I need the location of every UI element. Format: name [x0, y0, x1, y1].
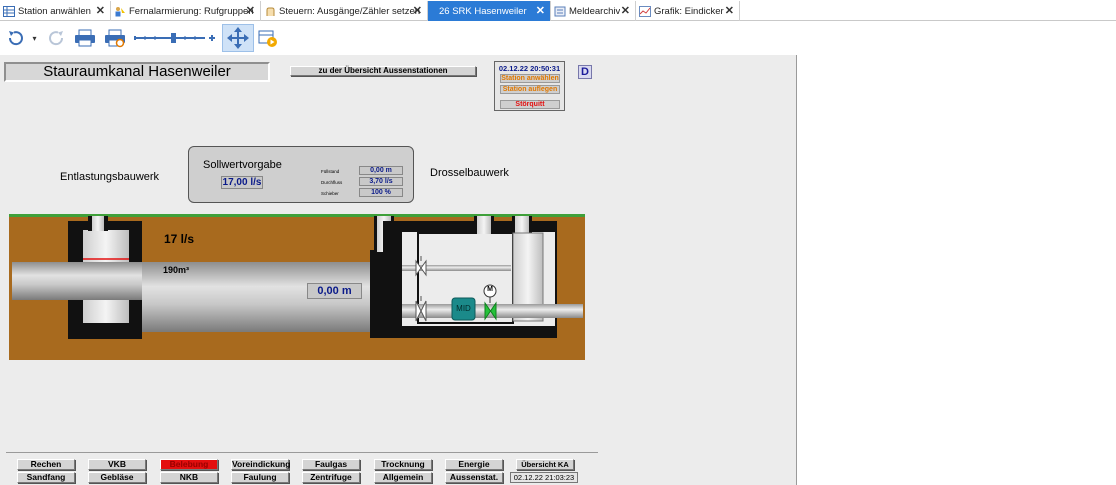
level-display: 0,00 m: [307, 283, 362, 299]
tab-label: Meldearchiv: [569, 5, 621, 17]
tab-label: Steuern: Ausgänge/Zähler setzen: [279, 5, 421, 17]
undo-icon: [8, 31, 23, 46]
print-preview-icon: [105, 29, 125, 48]
toolbar: ▾: [0, 21, 1116, 55]
chart-icon: [639, 5, 651, 17]
motor-label: M: [487, 286, 493, 293]
tab-26-srk-hasenweiler[interactable]: 26 SRK Hasenweiler ✕: [428, 1, 551, 21]
close-icon[interactable]: ✕: [536, 4, 545, 17]
nav-nkb[interactable]: NKB: [160, 472, 218, 483]
nav-faulung[interactable]: Faulung: [231, 472, 289, 483]
nav-zentrifuge[interactable]: Zentrifuge: [302, 472, 360, 483]
nav-energie[interactable]: Energie: [445, 459, 503, 470]
play-icon: [258, 30, 277, 47]
move-button[interactable]: [222, 24, 254, 52]
tab-label: Station anwählen: [18, 5, 91, 17]
close-icon[interactable]: ✕: [96, 4, 105, 17]
tab-station-anwaehlen[interactable]: Station anwählen ✕: [0, 1, 111, 21]
nav-geblaese[interactable]: Gebläse: [88, 472, 146, 483]
process-panel: Stauraumkanal Hasenweiler zu der Übersic…: [0, 55, 797, 485]
print-preview-button[interactable]: [101, 24, 129, 52]
nav-trocknung[interactable]: Trocknung: [374, 459, 432, 470]
flow-label-large: 17 l/s: [164, 232, 195, 246]
people-icon: [115, 6, 125, 16]
close-icon[interactable]: ✕: [725, 4, 734, 17]
nav-belebung[interactable]: Belebung: [160, 459, 218, 470]
print-icon: [75, 29, 95, 47]
nav-rechen[interactable]: Rechen: [17, 459, 75, 470]
archive-icon: [554, 6, 566, 16]
undo-button[interactable]: [2, 24, 30, 52]
nav-uebersicht-ka[interactable]: Übersicht KA: [516, 459, 574, 470]
process-diagram: [9, 214, 585, 360]
undo-dropdown[interactable]: ▾: [30, 24, 39, 52]
nav-voreindickung[interactable]: Voreindickung: [231, 459, 290, 470]
close-icon[interactable]: ✕: [621, 4, 630, 17]
move-icon: [227, 27, 249, 49]
tab-fernalarmierung[interactable]: Fernalarmierung: Rufgruppen ✕: [111, 1, 261, 21]
tab-label: Grafik: Eindicker: [654, 5, 724, 17]
nav-vkb[interactable]: VKB: [88, 459, 146, 470]
zoom-handle[interactable]: [171, 33, 176, 43]
play-button[interactable]: [256, 24, 280, 52]
tab-grafik-eindicker[interactable]: Grafik: Eindicker ✕: [636, 1, 740, 21]
system-datetime: 02.12.22 21:03:23: [510, 472, 578, 483]
table-icon: [3, 5, 15, 17]
print-button[interactable]: [71, 24, 99, 52]
screen: { "tabs": [ {"label": "Station anwählen"…: [0, 0, 1116, 485]
chevron-down-icon: ▾: [32, 33, 37, 43]
redo-icon: [49, 31, 64, 46]
outlet-pipe: [543, 304, 583, 318]
tab-label: Fernalarmierung: Rufgruppen: [129, 5, 254, 17]
nav-faulgas[interactable]: Faulgas: [302, 459, 360, 470]
tab-bar: Station anwählen ✕ Fernalarmierung: Rufg…: [0, 0, 1116, 21]
tab-steuern[interactable]: Steuern: Ausgänge/Zähler setzen ✕: [261, 1, 428, 21]
redo-button[interactable]: [42, 24, 70, 52]
close-icon[interactable]: ✕: [413, 4, 422, 17]
empty-area: [797, 55, 1116, 485]
mid-label: MID: [456, 304, 471, 313]
close-icon[interactable]: ✕: [246, 4, 255, 17]
tab-meldearchiv[interactable]: Meldearchiv ✕: [551, 1, 636, 21]
nav-allgemein[interactable]: Allgemein: [374, 472, 432, 483]
zoom-slider[interactable]: [133, 24, 217, 52]
nav-aussenstat[interactable]: Aussenstat.: [445, 472, 503, 483]
nav-sandfang[interactable]: Sandfang: [17, 472, 75, 483]
divider: [6, 452, 598, 453]
hand-icon: [266, 7, 275, 16]
volume-label: 190m³: [163, 265, 190, 275]
tab-label: 26 SRK Hasenweiler: [439, 5, 527, 17]
